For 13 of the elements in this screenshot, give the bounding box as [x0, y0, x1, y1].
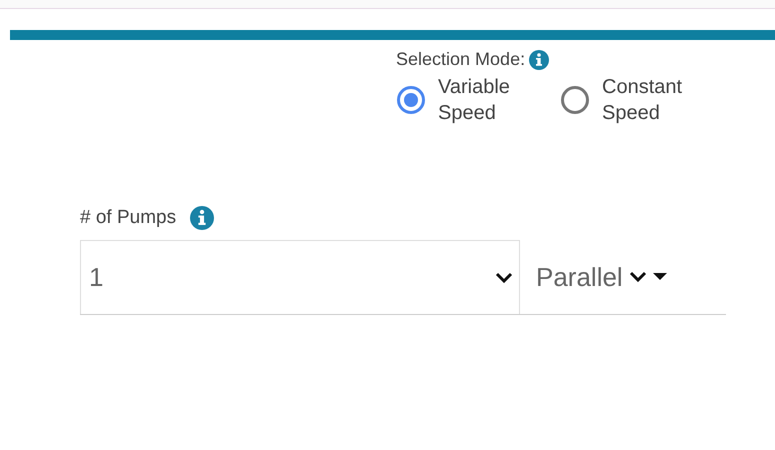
info-icon[interactable] [190, 206, 214, 230]
pump-count-select[interactable]: 1 [80, 240, 520, 314]
radio-button[interactable] [560, 85, 590, 115]
radio-button[interactable] [396, 85, 426, 115]
caret-icon [652, 273, 667, 281]
chevron-icon [495, 272, 513, 284]
selection-mode-label: Selection Mode: [396, 49, 526, 70]
radio-label[interactable]: Variable Speed [438, 74, 538, 126]
chevron-icon [628, 271, 647, 283]
pumps-label: # of Pumps [80, 207, 176, 229]
arrangement-select[interactable]: Parallel [520, 240, 667, 314]
info-icon[interactable] [529, 50, 550, 70]
radio-label[interactable]: Constant Speed [602, 74, 702, 126]
